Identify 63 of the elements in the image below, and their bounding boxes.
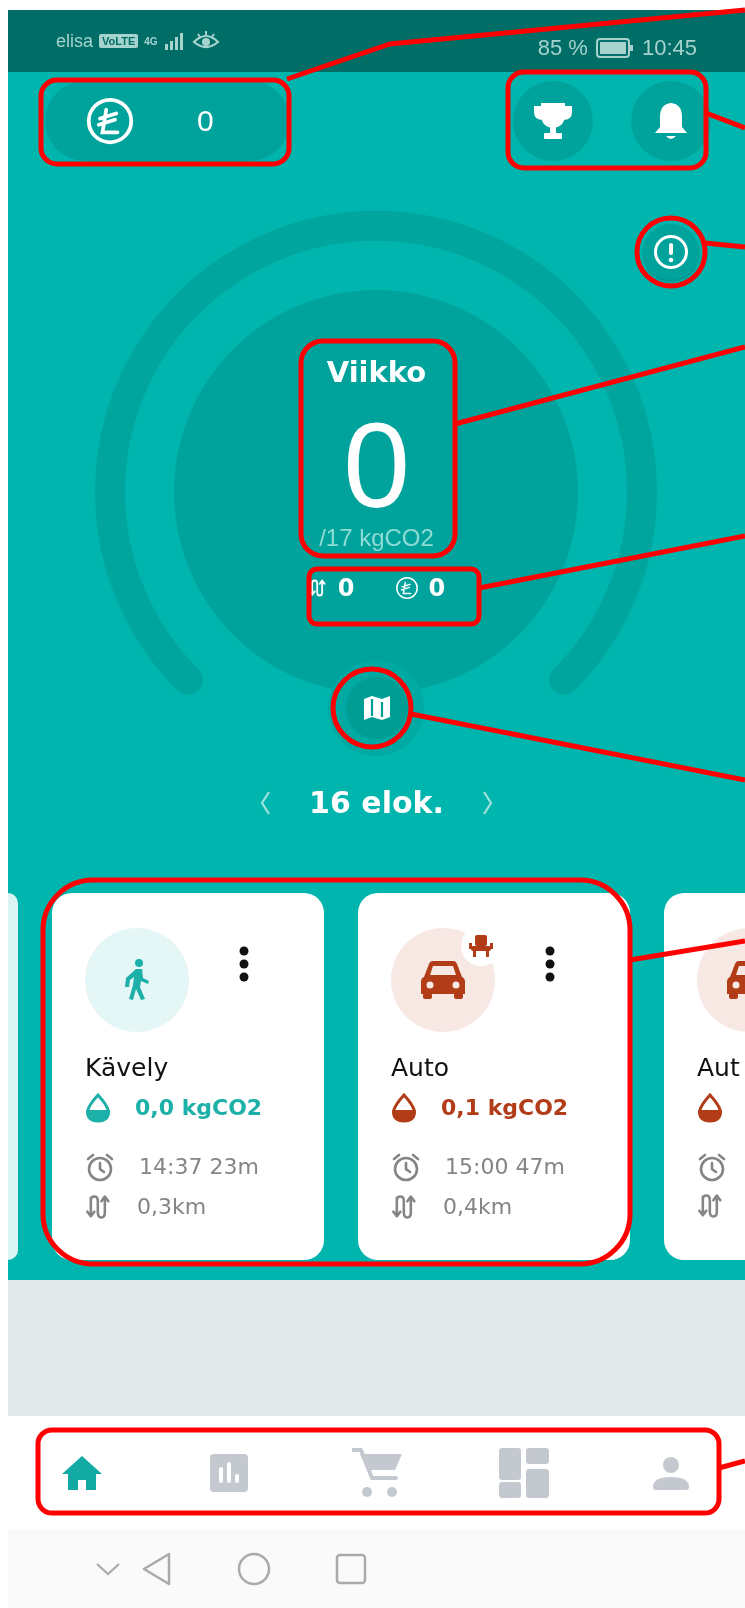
alert-icon bbox=[653, 234, 689, 270]
carrier-name: elisa bbox=[56, 30, 94, 52]
dashboard-icon bbox=[498, 1447, 549, 1498]
alarm-clock-icon bbox=[85, 1152, 115, 1182]
home-icon bbox=[60, 1453, 103, 1492]
leader-line bbox=[705, 110, 745, 131]
more-button[interactable] bbox=[545, 946, 555, 982]
drop-icon bbox=[697, 1093, 723, 1123]
trip-distance: 0,3km bbox=[137, 1193, 207, 1221]
battery-percent: 85 % bbox=[537, 35, 588, 61]
trip-title: Auto bbox=[391, 1052, 451, 1084]
trip-distance: 0,4km bbox=[443, 1193, 513, 1221]
route-icon bbox=[85, 1193, 113, 1221]
trip-card[interactable]: Aut bbox=[664, 893, 745, 1260]
more-icon bbox=[545, 946, 555, 982]
back-icon bbox=[141, 1551, 172, 1586]
emission-target: /17 kgCO2 bbox=[319, 523, 434, 553]
network-type: 4G bbox=[144, 35, 158, 47]
period-title: Viikko bbox=[326, 354, 427, 390]
bell-icon bbox=[654, 101, 688, 141]
cart-icon bbox=[351, 1447, 402, 1498]
person-icon bbox=[653, 1455, 690, 1490]
emission-value: 0 bbox=[343, 410, 410, 520]
info-button[interactable] bbox=[643, 224, 699, 280]
volte-badge: VoLTE bbox=[99, 34, 139, 48]
drop-icon bbox=[391, 1093, 417, 1123]
emission-amount: 0,0 kgCO2 bbox=[135, 1094, 263, 1122]
notification-button[interactable] bbox=[631, 81, 711, 161]
emission-amount: 0,1 kgCO2 bbox=[441, 1094, 569, 1122]
chevron-left-icon bbox=[259, 790, 272, 816]
square-icon bbox=[334, 1552, 367, 1585]
signal-icon bbox=[163, 32, 186, 50]
chevron-down-icon bbox=[95, 1561, 121, 1576]
chevron-right-icon bbox=[481, 790, 494, 816]
coin-icon bbox=[85, 96, 135, 146]
coin-icon bbox=[394, 576, 419, 600]
more-button[interactable] bbox=[239, 946, 249, 982]
car-icon bbox=[420, 960, 466, 1000]
route-icon bbox=[391, 1193, 419, 1221]
distance-value: 0 bbox=[337, 573, 355, 603]
trip-time: 14:37 23m bbox=[139, 1153, 259, 1181]
trip-title: Kävely bbox=[85, 1052, 170, 1084]
bar-chart-icon bbox=[210, 1453, 249, 1492]
trip-card[interactable]: Auto 0,1 kgCO2 15:00 47m 0,4km bbox=[358, 893, 630, 1260]
date-label: 16 elok. bbox=[309, 784, 444, 822]
alarm-clock-icon bbox=[697, 1152, 727, 1182]
seat-icon bbox=[469, 935, 493, 957]
circle-icon bbox=[236, 1551, 271, 1586]
drop-icon bbox=[85, 1093, 111, 1123]
clock-time: 10:45 bbox=[641, 35, 697, 61]
walking-person-icon bbox=[123, 959, 151, 1001]
map-icon bbox=[362, 695, 391, 721]
route-icon bbox=[697, 1192, 725, 1220]
coin-value: 0 bbox=[428, 573, 446, 603]
trip-card[interactable]: Kävely 0,0 kgCO2 14:37 23m 0,3km bbox=[52, 893, 324, 1260]
trophy-icon bbox=[533, 102, 573, 140]
more-icon bbox=[239, 946, 249, 982]
leader-line bbox=[718, 1458, 745, 1471]
trip-title: Aut bbox=[697, 1052, 741, 1084]
alarm-clock-icon bbox=[391, 1152, 421, 1182]
leader-line bbox=[704, 240, 745, 250]
battery-icon bbox=[595, 38, 634, 58]
trip-time: 15:00 47m bbox=[445, 1153, 565, 1181]
